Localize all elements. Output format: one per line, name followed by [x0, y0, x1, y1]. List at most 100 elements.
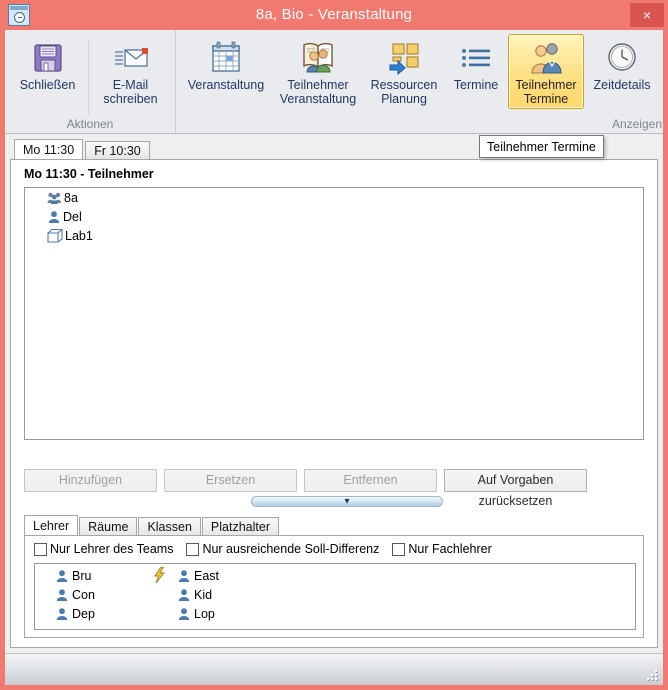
tab-mo-1130[interactable]: Mo 11:30	[14, 139, 84, 160]
ribbon-label-tt-line1: Teilnehmer	[515, 78, 577, 92]
person-icon	[55, 607, 69, 621]
ribbon-group-label-aktionen: Aktionen	[66, 117, 114, 131]
list-item-label: Lab1	[65, 228, 93, 243]
list-icon	[447, 38, 505, 78]
ribbon-button-termine[interactable]: Termine	[444, 34, 508, 95]
ribbon-button-teilnehmer-termine[interactable]: Teilnehmer Termine	[508, 34, 584, 109]
panel-splitter[interactable]: ▾	[251, 496, 443, 507]
list-item-label: Con	[72, 587, 95, 602]
ribbon-label-rp-line1: Ressourcen	[370, 78, 438, 92]
teacher-column-2: East Kid Lop	[154, 566, 289, 623]
ribbon-label-email-line2: schreiben	[103, 92, 158, 106]
title-bar: 8a, Bio - Veranstaltung ×	[0, 0, 668, 30]
tab-lehrer[interactable]: Lehrer	[24, 515, 79, 536]
add-button[interactable]: Hinzufügen	[24, 469, 157, 492]
list-item[interactable]: 8a	[25, 188, 643, 207]
client-area: Mo 11:30 Fr 10:30 Mo 11:30 - Teilnehmer	[5, 134, 663, 653]
ribbon-button-zeitdetails[interactable]: Zeitdetails	[584, 34, 660, 95]
list-item-label: Kid	[194, 587, 213, 602]
email-icon	[92, 38, 170, 78]
teacher-listbox[interactable]: Bru Con Dep East Kid Lop	[34, 563, 636, 630]
ribbon-button-ressourcen-planung[interactable]: Ressourcen Planung	[364, 34, 444, 109]
ribbon-label-rp-line2: Planung	[381, 92, 427, 106]
clock-icon	[587, 38, 657, 78]
resource-planning-icon	[367, 38, 441, 78]
ribbon-button-teilnehmer-veranstaltung[interactable]: Teilnehmer Veranstaltung	[272, 34, 364, 109]
chevron-down-icon: ▾	[344, 496, 350, 507]
checkbox-label: Nur Fachlehrer	[408, 542, 492, 556]
ribbon-label-schliessen: Schließen	[19, 78, 76, 92]
ribbon-toolbar: Schließen E-Mail schreiben Aktionen Vera…	[5, 30, 663, 134]
list-item[interactable]: East	[154, 566, 289, 585]
calendar-icon	[183, 38, 269, 78]
action-button-row: Hinzufügen Ersetzen Entfernen Auf Vorgab…	[24, 469, 644, 508]
list-item-label: Lop	[194, 606, 215, 621]
checkbox-label: Nur ausreichende Soll-Differenz	[202, 542, 380, 556]
resource-type-tabs: Lehrer Räume Klassen Platzhalter	[24, 515, 279, 536]
ribbon-label-tt-line2: Termine	[523, 92, 569, 106]
ribbon-label-email-line1: E-Mail	[112, 78, 149, 92]
ribbon-label-tv-line1: Teilnehmer	[287, 78, 349, 92]
resource-panel: Nur Lehrer des Teams Nur ausreichende So…	[24, 535, 644, 638]
ribbon-label-veranstaltung: Veranstaltung	[187, 78, 265, 92]
status-bar	[5, 653, 663, 685]
close-button[interactable]: ×	[630, 3, 664, 27]
lightning-bolt-icon	[153, 567, 166, 583]
list-item[interactable]: Bru	[55, 566, 167, 585]
list-item[interactable]: Kid	[177, 585, 289, 604]
list-item-label: Bru	[72, 568, 92, 583]
room-box-icon	[47, 228, 63, 243]
list-item[interactable]: Con	[55, 585, 167, 604]
resize-grip-icon[interactable]	[647, 670, 659, 682]
person-icon	[55, 569, 69, 583]
ribbon-label-tv-line2: Veranstaltung	[279, 92, 357, 106]
list-item[interactable]: Lab1	[25, 226, 643, 245]
list-item-label: Del	[63, 209, 82, 224]
save-floppy-icon	[11, 38, 85, 78]
window-title: 8a, Bio - Veranstaltung	[255, 6, 413, 23]
date-tabs: Mo 11:30 Fr 10:30	[14, 139, 150, 160]
list-item[interactable]: Lop	[177, 604, 289, 623]
ribbon-button-email-schreiben[interactable]: E-Mail schreiben	[89, 34, 173, 109]
list-item-label: Dep	[72, 606, 95, 621]
checkbox-nur-ausreichende-soll-differenz[interactable]: Nur ausreichende Soll-Differenz	[186, 542, 379, 556]
person-icon	[47, 210, 61, 224]
application-window: 8a, Bio - Veranstaltung × Schließen E-Ma…	[0, 0, 668, 690]
teacher-column-1: Bru Con Dep	[35, 566, 167, 623]
ribbon-button-veranstaltung[interactable]: Veranstaltung	[180, 34, 272, 95]
reset-to-defaults-button[interactable]: Auf Vorgaben zurücksetzen	[444, 469, 587, 508]
ribbon-label-termine: Termine	[453, 78, 499, 92]
remove-button[interactable]: Entfernen	[304, 469, 437, 492]
person-icon	[55, 588, 69, 602]
participants-book-icon	[275, 38, 361, 78]
checkbox-box[interactable]	[34, 542, 47, 556]
filter-checkbox-row: Nur Lehrer des Teams Nur ausreichende So…	[34, 542, 492, 556]
class-group-icon	[47, 191, 62, 205]
participants-listbox[interactable]: 8a Del Lab1	[24, 187, 644, 440]
person-icon	[177, 588, 191, 602]
person-icon	[177, 569, 191, 583]
tab-fr-1030[interactable]: Fr 10:30	[85, 141, 150, 160]
tab-page-panel: Mo 11:30 - Teilnehmer 8a Del Lab1 Hinzuf…	[10, 159, 658, 648]
checkbox-nur-lehrer-des-teams[interactable]: Nur Lehrer des Teams	[34, 542, 173, 556]
checkbox-box[interactable]	[392, 542, 406, 556]
ribbon-button-schliessen[interactable]: Schließen	[8, 34, 88, 95]
list-item-label: East	[194, 568, 220, 583]
tab-klassen[interactable]: Klassen	[138, 517, 201, 536]
tab-platzhalter[interactable]: Platzhalter	[201, 517, 279, 536]
participants-dates-icon	[511, 38, 581, 78]
replace-button[interactable]: Ersetzen	[164, 469, 297, 492]
list-item[interactable]: Dep	[55, 604, 167, 623]
ribbon-group-anzeigen: Veranstaltung Teilnehmer Veranstaltung R…	[175, 30, 662, 133]
checkbox-label: Nur Lehrer des Teams	[50, 542, 174, 556]
tooltip: Teilnehmer Termine	[479, 135, 604, 158]
checkbox-box[interactable]	[186, 542, 200, 556]
checkbox-nur-fachlehrer[interactable]: Nur Fachlehrer	[392, 542, 492, 556]
participants-section-title: Mo 11:30 - Teilnehmer	[24, 167, 154, 181]
list-item-label: 8a	[64, 190, 78, 205]
tab-raeume[interactable]: Räume	[79, 517, 138, 536]
ribbon-group-label-anzeigen: Anzeigen	[611, 117, 662, 131]
list-item[interactable]: Del	[25, 207, 643, 226]
ribbon-label-zeitdetails: Zeitdetails	[593, 78, 651, 92]
ribbon-group-aktionen: Schließen E-Mail schreiben Aktionen	[5, 30, 175, 133]
